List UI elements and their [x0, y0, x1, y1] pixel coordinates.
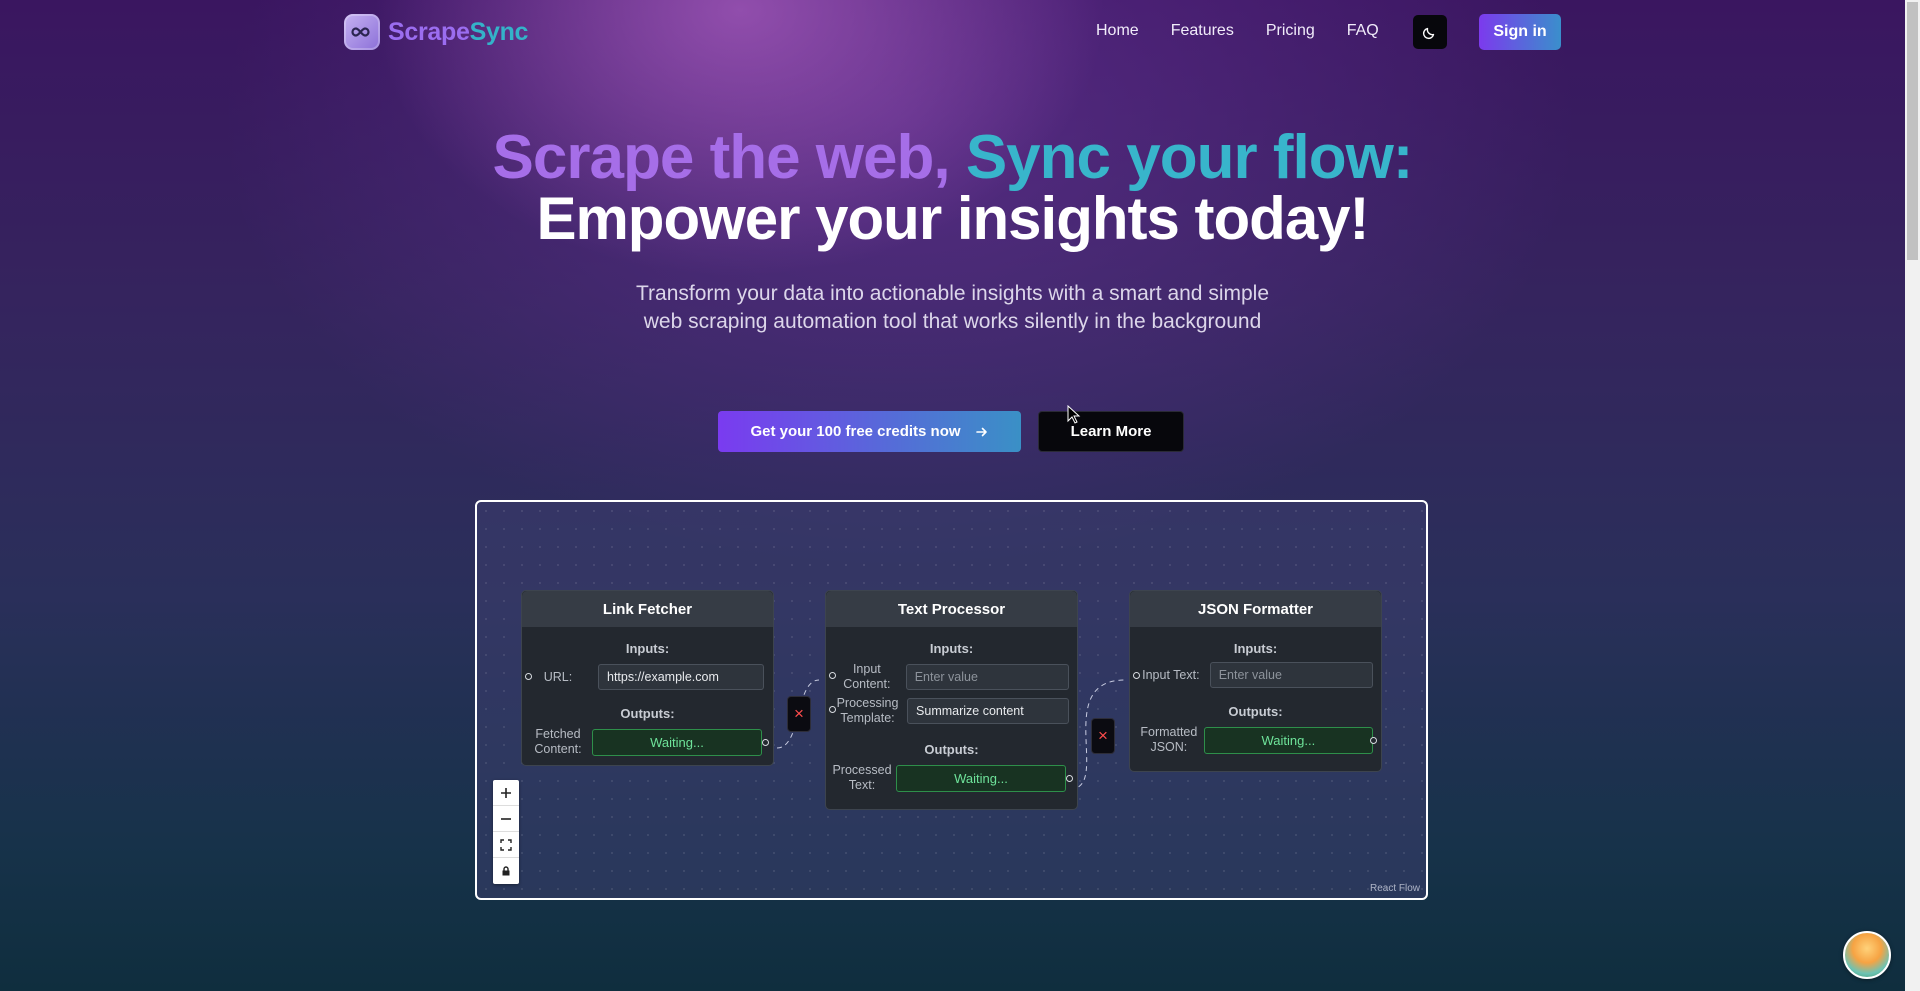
top-navbar: ScrapeSync Home Features Pricing FAQ Sig…	[0, 0, 1905, 64]
scrollbar-thumb[interactable]	[1907, 2, 1918, 260]
nav-link-faq[interactable]: FAQ	[1347, 22, 1379, 40]
zoom-out-button[interactable]	[493, 806, 519, 832]
fetched-content-label: Fetched Content:	[534, 727, 582, 756]
fit-view-icon	[500, 838, 512, 851]
input-text-field[interactable]: Enter value	[1209, 662, 1373, 688]
input-handle[interactable]	[525, 673, 532, 680]
hero-title-line2: Empower your insights today!	[536, 185, 1369, 252]
lock-icon	[502, 866, 510, 876]
input-text-label: Input Text:	[1142, 667, 1200, 682]
processed-text-status: Waiting...	[896, 764, 1066, 792]
outputs-label: Outputs:	[924, 742, 979, 757]
input-handle[interactable]	[1133, 672, 1140, 679]
lock-button[interactable]	[493, 858, 519, 884]
brand-name-part2: Sync	[469, 17, 529, 46]
minus-icon	[501, 817, 511, 820]
node-title: JSON Formatter	[1130, 591, 1381, 627]
input-content-label: Input Content:	[843, 662, 891, 691]
node-title: Link Fetcher	[522, 591, 773, 627]
zoom-in-button[interactable]	[493, 780, 519, 806]
url-label: URL:	[543, 669, 573, 684]
fetched-content-status: Waiting...	[592, 728, 762, 756]
hero-title-part1: Scrape the web,	[492, 123, 966, 192]
plus-icon	[501, 787, 511, 798]
node-title: Text Processor	[826, 591, 1077, 627]
workflow-canvas[interactable]: Link Fetcher Inputs: URL: https://exampl…	[475, 500, 1428, 900]
get-credits-label: Get your 100 free credits now	[750, 423, 961, 440]
processing-template-field[interactable]: Summarize content	[907, 698, 1069, 724]
flow-controls	[493, 780, 519, 884]
react-flow-attribution[interactable]: React Flow	[1370, 883, 1420, 894]
hero-title-line1: Scrape the web, Sync your flow:	[0, 124, 1905, 192]
nav-link-pricing[interactable]: Pricing	[1266, 22, 1315, 40]
arrow-right-icon	[975, 427, 987, 436]
nav-links: Home Features Pricing FAQ	[1096, 22, 1379, 40]
nav-link-home[interactable]: Home	[1096, 22, 1139, 40]
nav-link-features[interactable]: Features	[1171, 22, 1234, 40]
sign-in-button[interactable]: Sign in	[1479, 14, 1561, 50]
hero-subtitle: Transform your data into actionable insi…	[635, 282, 1269, 333]
processing-template-label: Processing Template:	[836, 696, 899, 725]
brand-name-part1: Scrape	[388, 17, 470, 46]
outputs-label: Outputs:	[620, 706, 675, 721]
page-scrollbar[interactable]	[1905, 0, 1920, 991]
infinity-logo-icon	[344, 14, 380, 50]
theme-toggle-button[interactable]	[1413, 15, 1447, 49]
node-text-processor[interactable]: Text Processor Inputs: Input Content: En…	[825, 590, 1078, 810]
inputs-label: Inputs:	[929, 641, 974, 656]
learn-more-button[interactable]: Learn More	[1038, 411, 1184, 452]
output-handle[interactable]	[1066, 775, 1073, 782]
get-credits-button[interactable]: Get your 100 free credits now	[718, 411, 1021, 452]
node-link-fetcher[interactable]: Link Fetcher Inputs: URL: https://exampl…	[521, 590, 774, 766]
brand-logo[interactable]: ScrapeSync	[344, 14, 528, 50]
moon-icon	[1422, 27, 1435, 40]
hero-title-part2: Sync your flow:	[965, 123, 1414, 192]
delete-edge-button[interactable]: ×	[787, 696, 811, 732]
inputs-label: Inputs:	[1233, 641, 1278, 656]
input-content-field[interactable]: Enter value	[905, 664, 1069, 690]
processed-text-label: Processed Text:	[832, 763, 892, 792]
user-avatar[interactable]	[1843, 931, 1891, 979]
node-json-formatter[interactable]: JSON Formatter Inputs: Input Text: Enter…	[1129, 590, 1382, 772]
outputs-label: Outputs:	[1228, 704, 1283, 719]
url-input[interactable]: https://example.com	[598, 664, 764, 690]
formatted-json-label: Formatted JSON:	[1140, 725, 1198, 754]
output-handle[interactable]	[1370, 737, 1377, 744]
mouse-cursor-icon	[1067, 405, 1081, 424]
output-handle[interactable]	[762, 739, 769, 746]
delete-edge-button[interactable]: ×	[1091, 718, 1115, 754]
inputs-label: Inputs:	[625, 641, 670, 656]
brand-name: ScrapeSync	[388, 18, 528, 47]
fit-view-button[interactable]	[493, 832, 519, 858]
input-handle[interactable]	[829, 672, 836, 679]
input-handle[interactable]	[829, 706, 836, 713]
formatted-json-status: Waiting...	[1203, 726, 1373, 754]
